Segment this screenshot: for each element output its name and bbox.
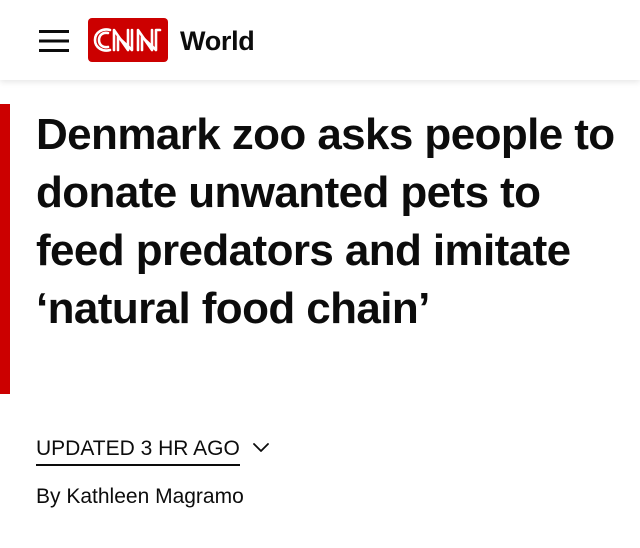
article-byline: By Kathleen Magramo	[36, 485, 244, 508]
updated-timestamp-toggle[interactable]: UPDATED 3 HR AGO	[36, 436, 270, 466]
cnn-logo[interactable]	[88, 18, 168, 62]
chevron-down-icon[interactable]	[252, 442, 270, 454]
hamburger-menu-icon[interactable]	[36, 24, 72, 58]
updated-label[interactable]: UPDATED 3 HR AGO	[36, 436, 240, 466]
section-world-link[interactable]: World	[180, 26, 255, 56]
article-headline: Denmark zoo asks people to donate unwant…	[36, 110, 615, 333]
site-header: World	[0, 0, 640, 80]
headline-accent-bar	[0, 104, 10, 394]
